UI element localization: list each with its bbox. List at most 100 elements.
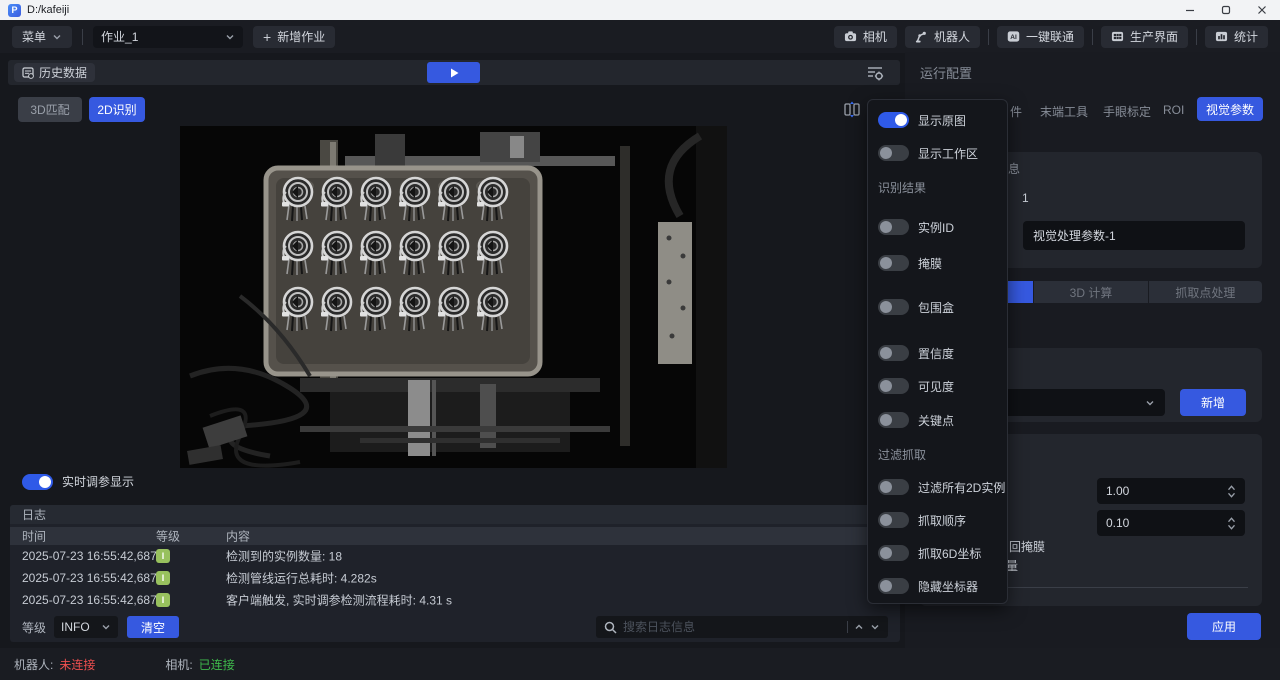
spinner-down-icon[interactable] — [1227, 492, 1236, 498]
toggle-label: 实例ID — [918, 219, 954, 236]
log-search-input[interactable] — [623, 620, 841, 634]
toggle-label: 显示工作区 — [918, 145, 978, 162]
log-col-content: 内容 — [226, 528, 250, 545]
toolbar-divider — [1092, 29, 1093, 45]
toggle-grasp-order[interactable] — [878, 512, 909, 528]
status-bar: 机器人: 未连接 相机: 已连接 — [0, 648, 1280, 680]
close-button[interactable] — [1244, 0, 1280, 20]
chevron-down-icon[interactable] — [870, 622, 880, 632]
toggle-row-filter-all-2d[interactable]: 过滤所有2D实例 — [878, 479, 1005, 495]
camera-button[interactable]: 相机 — [834, 26, 897, 48]
tab-fragment[interactable]: 件 — [1010, 103, 1022, 120]
history-data-button[interactable]: 历史数据 — [14, 63, 95, 82]
toggle-row-visibility[interactable]: 可见度 — [878, 378, 954, 394]
toggle-row-grasp-6d[interactable]: 抓取6D坐标 — [878, 545, 981, 561]
grid-icon — [1111, 30, 1124, 43]
search-divider — [847, 621, 848, 633]
toggle-filter-all-2d[interactable] — [878, 479, 909, 495]
toggle-show-original[interactable] — [878, 112, 909, 128]
section-recognition-results: 识别结果 — [878, 179, 926, 196]
section-filter-grasp: 过滤抓取 — [878, 446, 926, 463]
add-button[interactable]: 新增 — [1180, 389, 1246, 416]
toggle-visibility[interactable] — [878, 378, 909, 394]
tab-roi[interactable]: ROI — [1163, 103, 1184, 117]
log-row[interactable]: 2025-07-23 16:55:42,687 I 检测到的实例数量: 18 — [10, 545, 900, 567]
log-content: 客户端触发, 实时调参检测流程耗时: 4.31 s — [226, 592, 452, 609]
segment-3d-calc[interactable]: 3D 计算 — [1034, 281, 1147, 303]
one-key-link-button[interactable]: AI 一键联通 — [997, 26, 1084, 48]
toggle-row-instance-id[interactable]: 实例ID — [878, 219, 954, 235]
toggle-row-keypoints[interactable]: 关键点 — [878, 412, 954, 428]
toggle-mask[interactable] — [878, 255, 909, 271]
log-row[interactable]: 2025-07-23 16:55:42,687 I 客户端触发, 实时调参检测流… — [10, 589, 900, 611]
toggle-hide-axes[interactable] — [878, 578, 909, 594]
window-title: D:/kafeiji — [27, 4, 69, 16]
toggle-row-bounding-box[interactable]: 包围盒 — [878, 299, 954, 315]
log-col-level: 等级 — [156, 528, 180, 545]
segment-3d-calc-label: 3D 计算 — [1070, 284, 1113, 301]
robot-button[interactable]: 机器人 — [905, 26, 980, 48]
clear-log-button[interactable]: 清空 — [127, 616, 179, 638]
statistics-button[interactable]: 统计 — [1205, 26, 1268, 48]
clear-log-label: 清空 — [141, 619, 165, 636]
app-window: P D:/kafeiji 菜单 作业_1 + 新增作业 — [0, 0, 1280, 680]
toggle-label: 可见度 — [918, 378, 954, 395]
toggle-confidence[interactable] — [878, 345, 909, 361]
toggle-label: 抓取6D坐标 — [918, 545, 981, 562]
svg-text:AI: AI — [1010, 34, 1017, 41]
threshold-spinner-1[interactable]: 1.00 — [1097, 478, 1245, 504]
log-time: 2025-07-23 16:55:42,687 — [22, 549, 157, 563]
tab-hand-eye-calibration[interactable]: 手眼标定 — [1103, 103, 1151, 120]
toggle-row-show-original[interactable]: 显示原图 — [878, 112, 966, 128]
add-job-button[interactable]: + 新增作业 — [253, 26, 335, 48]
log-content: 检测到的实例数量: 18 — [226, 548, 342, 565]
spinner-up-icon[interactable] — [1227, 517, 1236, 523]
toggle-row-hide-axes[interactable]: 隐藏坐标器 — [878, 578, 978, 594]
log-level-select-value: INFO — [61, 620, 90, 634]
apply-button-label: 应用 — [1212, 618, 1236, 635]
main-toolbar: 菜单 作业_1 + 新增作业 相机 机器人 AI 一键联通 — [0, 20, 1280, 53]
realtime-tuning-toggle[interactable] — [22, 474, 53, 490]
viewer-header-strip: 历史数据 — [8, 60, 900, 85]
tab-3d-match-label: 3D匹配 — [30, 101, 69, 118]
tab-3d-match[interactable]: 3D匹配 — [18, 97, 82, 122]
compare-view-button[interactable] — [842, 100, 862, 119]
run-button[interactable] — [427, 62, 480, 83]
param-name-input[interactable]: 视觉处理参数-1 — [1023, 221, 1245, 250]
tab-2d-recognition[interactable]: 2D识别 — [89, 97, 145, 122]
toggle-row-show-workspace[interactable]: 显示工作区 — [878, 145, 978, 161]
log-content: 检测管线运行总耗时: 4.282s — [226, 570, 377, 587]
spinner-up-icon[interactable] — [1227, 485, 1236, 491]
chevron-up-icon[interactable] — [854, 622, 864, 632]
job-select[interactable]: 作业_1 — [93, 26, 243, 48]
toggle-keypoints[interactable] — [878, 412, 909, 428]
apply-button[interactable]: 应用 — [1187, 613, 1261, 640]
tab-vision-params[interactable]: 视觉参数 — [1197, 97, 1263, 121]
spinner-down-icon[interactable] — [1227, 524, 1236, 530]
minimize-button[interactable] — [1172, 0, 1208, 20]
camera-icon — [844, 30, 857, 43]
toggle-show-workspace[interactable] — [878, 145, 909, 161]
toggle-label: 过滤所有2D实例 — [918, 479, 1005, 496]
add-button-label: 新增 — [1201, 394, 1225, 411]
menu-button[interactable]: 菜单 — [12, 26, 72, 48]
toggle-row-confidence[interactable]: 置信度 — [878, 345, 954, 361]
log-level-filter-label: 等级 — [22, 619, 46, 636]
production-view-button[interactable]: 生产界面 — [1101, 26, 1188, 48]
toggle-row-grasp-order[interactable]: 抓取顺序 — [878, 512, 966, 528]
segment-grasp-processing[interactable]: 抓取点处理 — [1149, 281, 1262, 303]
toggle-label: 显示原图 — [918, 112, 966, 129]
threshold-spinner-2[interactable]: 0.10 — [1097, 510, 1245, 536]
toggle-bounding-box[interactable] — [878, 299, 909, 315]
toggle-instance-id[interactable] — [878, 219, 909, 235]
log-row[interactable]: 2025-07-23 16:55:42,687 I 检测管线运行总耗时: 4.2… — [10, 567, 900, 589]
maximize-button[interactable] — [1208, 0, 1244, 20]
log-level-select[interactable]: INFO — [54, 616, 118, 638]
toggle-grasp-6d[interactable] — [878, 545, 909, 561]
tab-end-tool[interactable]: 末端工具 — [1040, 103, 1088, 120]
display-options-button[interactable] — [864, 63, 886, 82]
log-time: 2025-07-23 16:55:42,687 — [22, 593, 157, 607]
spinner-1-value: 1.00 — [1106, 484, 1129, 498]
toggle-row-mask[interactable]: 掩膜 — [878, 255, 942, 271]
history-icon — [22, 67, 34, 79]
